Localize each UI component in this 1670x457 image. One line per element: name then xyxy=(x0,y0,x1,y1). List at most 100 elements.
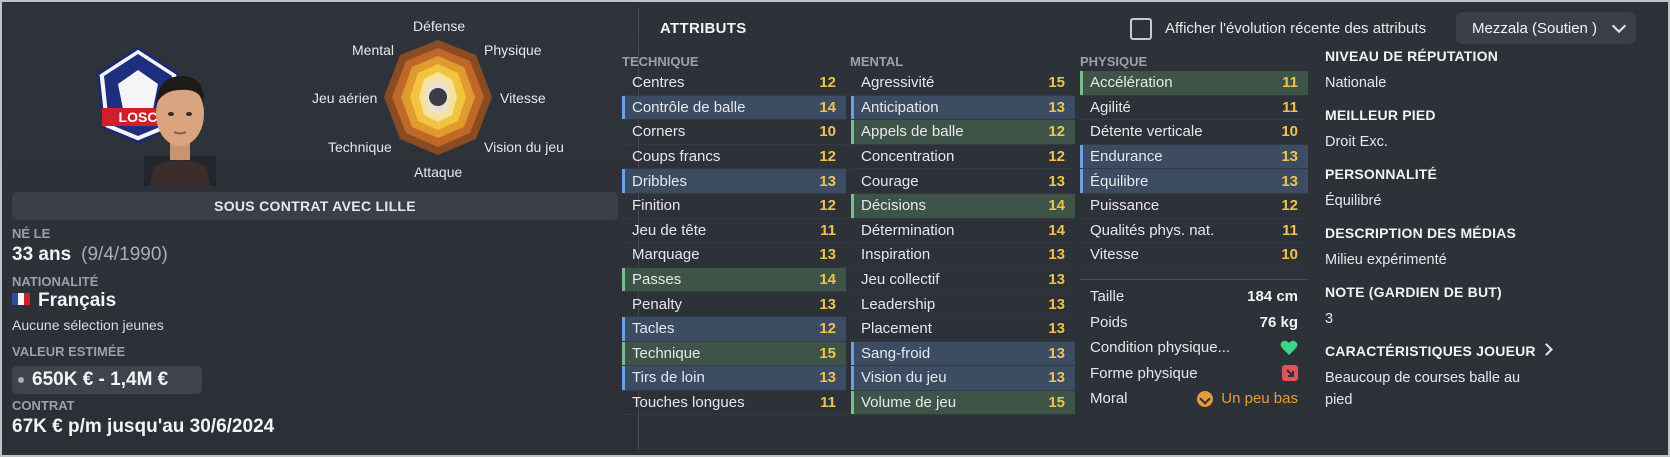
radar-label-technique: Technique xyxy=(328,139,392,155)
weight-row: Poids 76 kg xyxy=(1080,310,1308,336)
attribute-row[interactable]: Coups francs 12 xyxy=(622,145,846,170)
attribute-row[interactable]: Vision du jeu 13 xyxy=(851,366,1075,391)
attribute-value: 15 xyxy=(1048,394,1065,412)
attribute-value: 13 xyxy=(819,172,836,190)
attribute-row[interactable]: Concentration 12 xyxy=(851,145,1075,170)
attribute-row[interactable]: Équilibre 13 xyxy=(1080,169,1308,194)
attribute-row[interactable]: Volume de jeu 15 xyxy=(851,390,1075,416)
height-value: 184 cm xyxy=(1247,288,1298,306)
attribute-row[interactable]: Qualités phys. nat. 11 xyxy=(1080,219,1308,244)
attribute-row[interactable]: Marquage 13 xyxy=(622,243,846,268)
mental-attributes-list: Agressivité 15 Anticipation 13 Appels de bal… xyxy=(851,71,1075,416)
attribute-value: 15 xyxy=(1048,74,1065,92)
attribute-row[interactable]: Endurance 13 xyxy=(1080,144,1308,170)
attribute-row[interactable]: Appels de balle 12 xyxy=(851,120,1075,145)
attribute-row[interactable]: Leadership 13 xyxy=(851,292,1075,317)
attribute-name: Penalty xyxy=(632,295,683,313)
form-label: Forme physique xyxy=(1090,364,1198,382)
attribute-row[interactable]: Agressivité 15 xyxy=(851,71,1075,96)
attributes-panel: ATTRIBUTS Afficher l'évolution récente d… xyxy=(622,4,1666,453)
attribute-row[interactable]: Tacles 12 xyxy=(622,316,846,342)
attribute-value: 12 xyxy=(819,197,836,215)
show-recent-evolution-label[interactable]: Afficher l'évolution récente des attribu… xyxy=(1165,20,1426,37)
attribute-row[interactable]: Technique 15 xyxy=(622,341,846,367)
player-photo xyxy=(144,76,216,186)
youth-caps-note: Aucune sélection jeunes xyxy=(12,317,164,333)
weight-value: 76 kg xyxy=(1259,313,1298,331)
attribute-row[interactable]: Jeu de tête 11 xyxy=(622,219,846,244)
condition-row[interactable]: Condition physique... xyxy=(1080,335,1308,361)
attribute-name: Appels de balle xyxy=(861,123,964,141)
attribute-name: Équilibre xyxy=(1090,172,1149,190)
morale-value: Un peu bas xyxy=(1221,390,1298,408)
mental-header: MENTAL xyxy=(850,54,904,69)
attribute-row[interactable]: Vitesse 10 xyxy=(1080,243,1308,268)
birth-date: (9/4/1990) xyxy=(81,244,168,265)
estimated-value: 650K € - 1,4M € xyxy=(32,369,169,390)
attribute-row[interactable]: Placement 13 xyxy=(851,317,1075,342)
attribute-row[interactable]: Détermination 14 xyxy=(851,219,1075,244)
morale-row[interactable]: Moral Un peu bas xyxy=(1080,386,1308,412)
attribute-row[interactable]: Courage 13 xyxy=(851,169,1075,194)
attribute-row[interactable]: Centres 12 xyxy=(622,71,846,96)
attribute-value: 13 xyxy=(819,246,836,264)
attribute-row[interactable]: Détente verticale 10 xyxy=(1080,120,1308,145)
attribute-name: Vitesse xyxy=(1090,246,1139,264)
attribute-row[interactable]: Accélération 11 xyxy=(1080,71,1308,96)
attribute-value: 11 xyxy=(1282,221,1298,239)
radar-label-jeu-aerien: Jeu aérien xyxy=(312,90,378,106)
reputation-block: NIVEAU DE RÉPUTATION Nationale xyxy=(1325,48,1655,107)
attribute-row[interactable]: Passes 14 xyxy=(622,267,846,293)
attribute-value: 12 xyxy=(819,320,836,338)
morale-down-icon xyxy=(1197,390,1214,407)
value-dot-icon xyxy=(18,377,24,383)
attribute-name: Touches longues xyxy=(632,394,745,412)
attribute-name: Tirs de loin xyxy=(632,369,705,387)
attribute-row[interactable]: Sang-froid 13 xyxy=(851,341,1075,367)
france-flag-icon xyxy=(12,293,30,305)
attribute-value: 13 xyxy=(1048,295,1065,313)
attribute-row[interactable]: Jeu collectif 13 xyxy=(851,268,1075,293)
attribute-name: Corners xyxy=(632,123,686,141)
show-recent-evolution-checkbox[interactable] xyxy=(1130,18,1152,40)
condition-label: Condition physique... xyxy=(1090,339,1231,357)
attribute-row[interactable]: Penalty 13 xyxy=(622,292,846,317)
nationality-value[interactable]: Français xyxy=(12,290,116,312)
radar-label-attaque: Attaque xyxy=(414,164,463,180)
player-traits-link[interactable]: CARACTÉRISTIQUES JOUEUR xyxy=(1325,343,1655,359)
attribute-row[interactable]: Finition 12 xyxy=(622,194,846,219)
attribute-row[interactable]: Tirs de loin 13 xyxy=(622,366,846,391)
attribute-row[interactable]: Agilité 11 xyxy=(1080,96,1308,121)
physical-info-separator xyxy=(1080,279,1308,280)
attribute-name: Concentration xyxy=(861,148,955,166)
attribute-row[interactable]: Contrôle de balle 14 xyxy=(622,95,846,121)
attribute-value: 10 xyxy=(819,123,836,141)
attribute-value: 10 xyxy=(1281,246,1298,264)
attribute-row[interactable]: Décisions 14 xyxy=(851,193,1075,219)
attribute-row[interactable]: Corners 10 xyxy=(622,120,846,145)
weight-label: Poids xyxy=(1090,313,1128,331)
estimated-value-pill[interactable]: 650K € - 1,4M € xyxy=(12,366,202,394)
attribute-value: 14 xyxy=(819,98,836,116)
best-foot-value: Droit Exc. xyxy=(1325,134,1388,150)
estimated-value-label: VALEUR ESTIMÉE xyxy=(12,344,126,359)
attribute-value: 11 xyxy=(820,394,836,412)
morale-label: Moral xyxy=(1090,390,1128,408)
role-dropdown[interactable]: Mezzala (Soutien ) xyxy=(1456,12,1636,44)
attribute-row[interactable]: Inspiration 13 xyxy=(851,243,1075,268)
attribute-value: 12 xyxy=(819,74,836,92)
technique-header: TECHNIQUE xyxy=(622,54,699,69)
attribute-name: Courage xyxy=(861,172,919,190)
player-profile-info: NIVEAU DE RÉPUTATION Nationale MEILLEUR … xyxy=(1325,48,1655,411)
attribute-row[interactable]: Anticipation 13 xyxy=(851,95,1075,121)
form-row[interactable]: Forme physique xyxy=(1080,361,1308,387)
player-traits-block[interactable]: CARACTÉRISTIQUES JOUEUR Beaucoup de cour… xyxy=(1325,343,1655,411)
attribute-row[interactable]: Touches longues 11 xyxy=(622,391,846,416)
reputation-value: Nationale xyxy=(1325,75,1387,91)
attribute-row[interactable]: Puissance 12 xyxy=(1080,194,1308,219)
personality-block: PERSONNALITÉ Équilibré xyxy=(1325,166,1655,225)
attribute-name: Agilité xyxy=(1090,98,1131,116)
attribute-row[interactable]: Dribbles 13 xyxy=(622,169,846,194)
physique-header: PHYSIQUE xyxy=(1080,54,1148,69)
attribute-name: Jeu collectif xyxy=(861,271,940,289)
